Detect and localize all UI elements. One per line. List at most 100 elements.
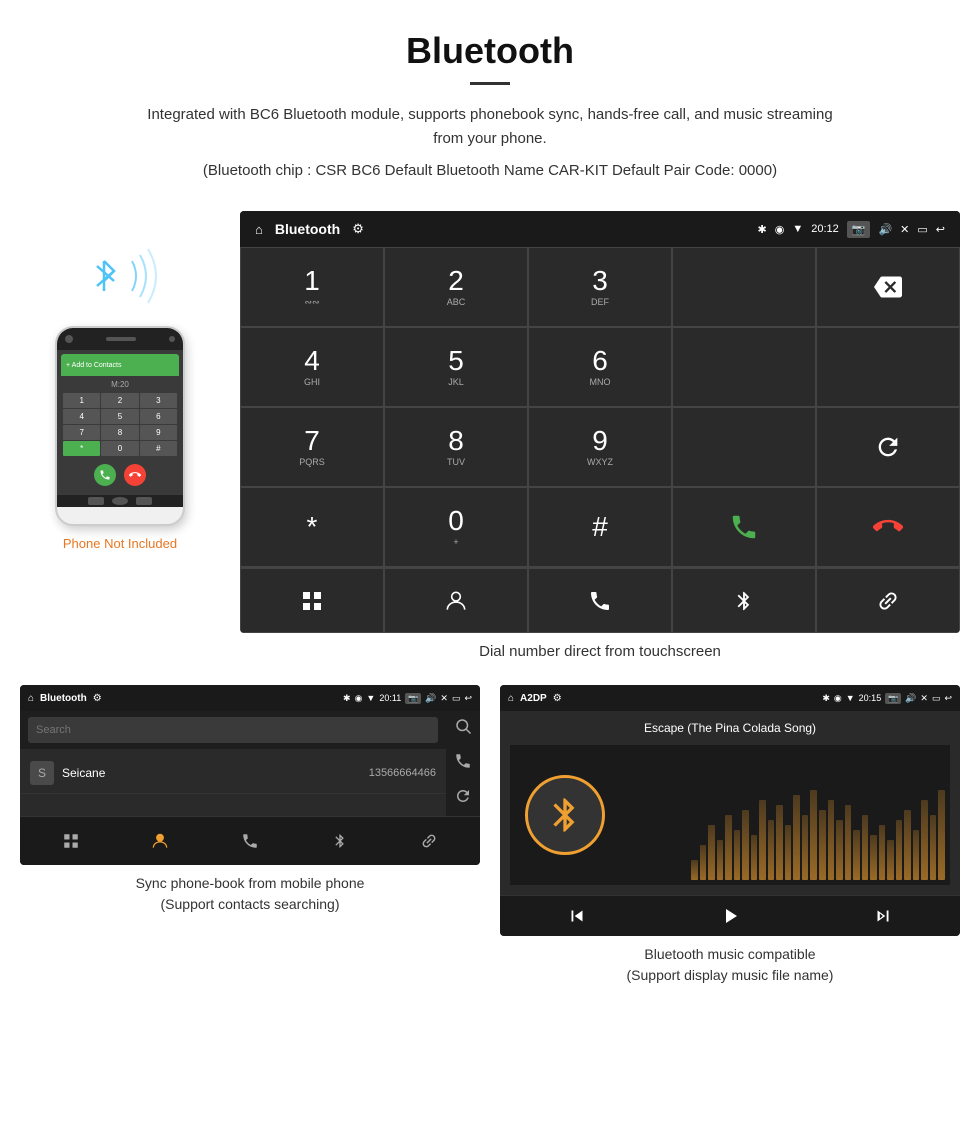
pb-link-icon[interactable] [384, 823, 474, 859]
contact-avatar: S [30, 761, 54, 785]
search-bar-area [20, 711, 446, 749]
music-bar [708, 825, 715, 880]
next-button[interactable] [807, 904, 960, 928]
music-bar [819, 810, 826, 880]
usb-icon: ⚙ [352, 221, 364, 237]
music-bar [904, 810, 911, 880]
dial-key-3[interactable]: 3DEF [528, 247, 672, 327]
call-side-icon[interactable] [454, 752, 472, 775]
call-button-green[interactable] [672, 487, 816, 567]
dial-key-7[interactable]: 7PQRS [240, 407, 384, 487]
dial-key-9[interactable]: 9WXYZ [528, 407, 672, 487]
music-bar [887, 840, 894, 880]
mus-x[interactable]: ✕ [920, 693, 928, 704]
contacts-list: S Seicane 13566664466 [20, 711, 446, 816]
signal-icon: ▼ [792, 223, 803, 235]
pb-back[interactable]: ↩ [464, 693, 472, 704]
music-bar [768, 820, 775, 880]
empty-cell-3 [672, 407, 816, 487]
backspace-button[interactable] [816, 247, 960, 327]
music-bar [836, 820, 843, 880]
mus-sig: ▼ [846, 693, 855, 703]
pb-phone-icon[interactable] [205, 823, 295, 859]
phonebook-main: S Seicane 13566664466 [20, 711, 480, 816]
dial-key-5[interactable]: 5JKL [384, 327, 528, 407]
music-bar [734, 830, 741, 880]
mus-vol[interactable]: 🔊 [905, 693, 916, 704]
mus-title: A2DP [520, 693, 547, 704]
camera-icon[interactable]: 📷 [847, 221, 871, 238]
pb-win[interactable]: ▭ [452, 693, 461, 704]
music-bar [921, 800, 928, 880]
music-bar [930, 815, 937, 880]
pb-contacts-icon[interactable] [116, 823, 206, 859]
phone-section: + Add to Contacts M:20 1 2 3 4 5 6 7 8 9… [20, 211, 220, 551]
dial-key-6[interactable]: 6MNO [528, 327, 672, 407]
main-content-area: + Add to Contacts M:20 1 2 3 4 5 6 7 8 9… [0, 201, 980, 685]
pb-cam[interactable]: 📷 [405, 693, 421, 704]
phonebook-screen: ⌂ Bluetooth ⚙ ✱ ◉ ▼ 20:11 📷 🔊 ✕ ▭ ↩ [20, 685, 480, 865]
page-title: Bluetooth [20, 30, 960, 72]
music-bar [793, 795, 800, 880]
contacts-icon[interactable] [384, 568, 528, 633]
dial-display-area [672, 247, 816, 327]
pb-bluetooth-icon[interactable] [295, 823, 385, 859]
close-icon[interactable]: ✕ [900, 223, 909, 236]
phonebook-topbar: ⌂ Bluetooth ⚙ ✱ ◉ ▼ 20:11 📷 🔊 ✕ ▭ ↩ [20, 685, 480, 711]
dial-key-4[interactable]: 4GHI [240, 327, 384, 407]
music-bar [845, 805, 852, 880]
header-divider [470, 82, 510, 85]
dial-key-hash[interactable]: # [528, 487, 672, 567]
hangup-button[interactable] [816, 487, 960, 567]
refresh-side-icon[interactable] [454, 787, 472, 810]
mus-back[interactable]: ↩ [944, 693, 952, 704]
mus-home-icon[interactable]: ⌂ [508, 693, 514, 704]
music-visual [510, 745, 950, 885]
home-icon[interactable]: ⌂ [255, 222, 263, 237]
dial-key-8[interactable]: 8TUV [384, 407, 528, 487]
pb-x[interactable]: ✕ [440, 693, 448, 704]
dial-key-1[interactable]: 1∾∾ [240, 247, 384, 327]
music-bar [862, 815, 869, 880]
bluetooth-icon[interactable] [672, 568, 816, 633]
back-icon[interactable]: ↩ [936, 223, 945, 236]
pb-grid-icon[interactable] [26, 823, 116, 859]
pb-vol[interactable]: 🔊 [425, 693, 436, 704]
search-side-icon[interactable] [454, 717, 472, 740]
search-input[interactable] [28, 717, 438, 743]
music-bar [853, 830, 860, 880]
mus-cam[interactable]: 📷 [885, 693, 901, 704]
bottom-icons-bar [240, 567, 960, 633]
music-bar [938, 790, 945, 880]
music-bar [776, 805, 783, 880]
prev-button[interactable] [500, 904, 653, 928]
grid-icon[interactable] [240, 568, 384, 633]
dial-key-star[interactable]: * [240, 487, 384, 567]
contact-row[interactable]: S Seicane 13566664466 [20, 753, 446, 794]
pb-home-icon[interactable]: ⌂ [28, 693, 34, 704]
phonebook-caption: Sync phone-book from mobile phone (Suppo… [20, 873, 480, 915]
window-icon[interactable]: ▭ [917, 223, 927, 236]
music-bar [896, 820, 903, 880]
volume-icon[interactable]: 🔊 [878, 223, 892, 236]
music-bar [751, 835, 758, 880]
bluetooth-wave [80, 241, 160, 311]
play-pause-button[interactable] [653, 904, 806, 928]
music-bar [691, 860, 698, 880]
pb-bt-icon: ✱ [343, 693, 351, 704]
phonebook-bottom-bar [20, 816, 480, 865]
contact-name: Seicane [62, 766, 369, 780]
dial-key-0[interactable]: 0+ [384, 487, 528, 567]
dial-screen: ⌂ Bluetooth ⚙ ✱ ◉ ▼ 20:12 📷 🔊 ✕ ▭ ↩ [240, 211, 960, 633]
refresh-button[interactable] [816, 407, 960, 487]
phone-illustration: + Add to Contacts M:20 1 2 3 4 5 6 7 8 9… [55, 326, 185, 526]
phone-icon[interactable] [528, 568, 672, 633]
pb-loc-icon: ◉ [355, 693, 363, 704]
mus-win[interactable]: ▭ [932, 693, 941, 704]
link-icon[interactable] [816, 568, 960, 633]
dial-key-2[interactable]: 2ABC [384, 247, 528, 327]
music-bar [742, 810, 749, 880]
music-bar [802, 815, 809, 880]
music-bar [785, 825, 792, 880]
music-screen: ⌂ A2DP ⚙ ✱ ◉ ▼ 20:15 📷 🔊 ✕ ▭ ↩ E [500, 685, 960, 936]
